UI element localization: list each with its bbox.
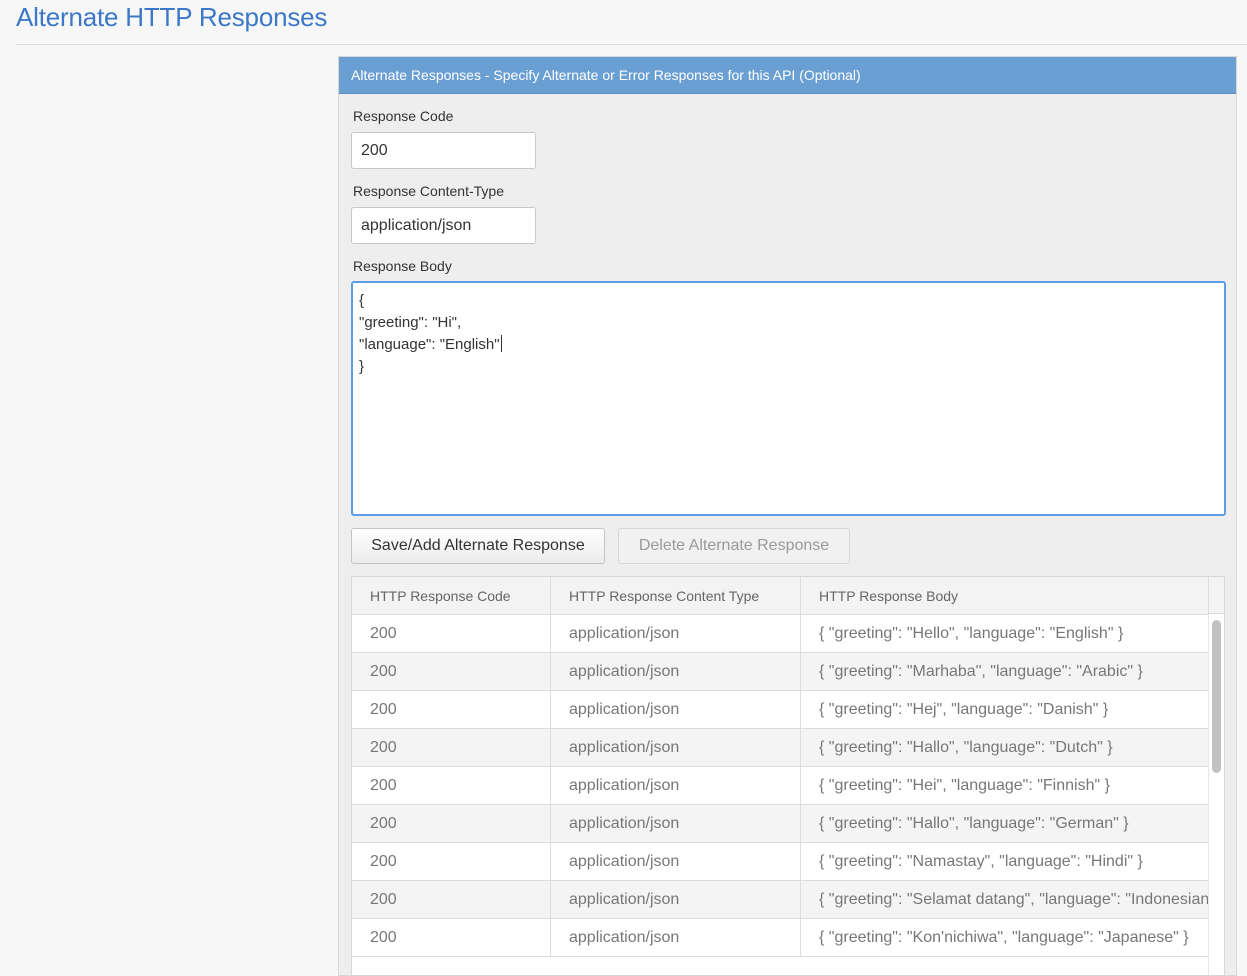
scrollbar-corner bbox=[1208, 577, 1224, 614]
cell-response-body: { "greeting": "Namastay", "language": "H… bbox=[800, 842, 1209, 881]
panel-header: Alternate Responses - Specify Alternate … bbox=[339, 57, 1236, 94]
cell-response-code: 200 bbox=[352, 880, 551, 919]
cell-response-body: { "greeting": "Kon'nichiwa", "language":… bbox=[800, 918, 1209, 957]
table-row[interactable]: 200 application/json{ "greeting": "Hei", … bbox=[352, 766, 1209, 805]
table-row[interactable]: 200 application/json{ "greeting": "Namast… bbox=[352, 842, 1209, 881]
table-row[interactable]: 200 application/json{ "greeting": "Hallo"… bbox=[352, 728, 1209, 767]
scrollbar-thumb[interactable] bbox=[1212, 620, 1221, 773]
table-scrollbar[interactable] bbox=[1208, 615, 1224, 975]
cell-content-type: application/json bbox=[550, 880, 801, 919]
table-row[interactable]: 200 application/json{ "greeting": "Hello"… bbox=[352, 614, 1209, 653]
response-code-label: Response Code bbox=[353, 108, 454, 124]
table-header-row: HTTP Response Code HTTP Response Content… bbox=[352, 577, 1209, 615]
cell-response-code: 200 bbox=[352, 690, 551, 729]
cell-response-code: 200 bbox=[352, 614, 551, 653]
cell-response-code: 200 bbox=[352, 728, 551, 767]
page-title: Alternate HTTP Responses bbox=[16, 2, 328, 32]
response-body-textarea[interactable]: { "greeting": "Hi", "language": "English"} bbox=[351, 281, 1226, 516]
content-type-input[interactable] bbox=[351, 207, 536, 244]
cell-response-body: { "greeting": "Hallo", "language": "Dutc… bbox=[800, 728, 1209, 767]
cell-content-type: application/json bbox=[550, 728, 801, 767]
alternate-responses-panel: Alternate Responses - Specify Alternate … bbox=[338, 56, 1237, 976]
text-caret bbox=[500, 335, 502, 352]
cell-response-code: 200 bbox=[352, 766, 551, 805]
cell-content-type: application/json bbox=[550, 690, 801, 729]
cell-response-code: 200 bbox=[352, 804, 551, 843]
cell-content-type: application/json bbox=[550, 652, 801, 691]
cell-response-body: { "greeting": "Hello", "language": "Engl… bbox=[800, 614, 1209, 653]
cell-content-type: application/json bbox=[550, 842, 801, 881]
cell-content-type: application/json bbox=[550, 804, 801, 843]
table-row[interactable]: 200 application/json{ "greeting": "Selama… bbox=[352, 880, 1209, 919]
responses-table: HTTP Response Code HTTP Response Content… bbox=[351, 576, 1225, 976]
title-divider bbox=[16, 44, 1247, 45]
body-line: } bbox=[359, 358, 365, 375]
response-body-label: Response Body bbox=[353, 258, 452, 274]
response-code-input[interactable] bbox=[351, 132, 536, 169]
cell-response-body: { "greeting": "Hej", "language": "Danish… bbox=[800, 690, 1209, 729]
cell-response-body: { "greeting": "Hei", "language": "Finnis… bbox=[800, 766, 1209, 805]
body-line: "language": "English" bbox=[359, 335, 502, 353]
cell-content-type: application/json bbox=[550, 918, 801, 957]
save-alternate-response-button[interactable]: Save/Add Alternate Response bbox=[351, 528, 605, 564]
column-header-content-type[interactable]: HTTP Response Content Type bbox=[550, 577, 801, 615]
delete-alternate-response-button[interactable]: Delete Alternate Response bbox=[618, 528, 850, 564]
content-type-label: Response Content-Type bbox=[353, 183, 504, 199]
body-line: "greeting": "Hi", bbox=[359, 314, 462, 331]
table-row[interactable]: 200 application/json{ "greeting": "Marhab… bbox=[352, 652, 1209, 691]
cell-response-body: { "greeting": "Selamat datang", "languag… bbox=[800, 880, 1209, 919]
cell-content-type: application/json bbox=[550, 766, 801, 805]
cell-response-code: 200 bbox=[352, 652, 551, 691]
table-row[interactable]: 200 application/json{ "greeting": "Kon'ni… bbox=[352, 918, 1209, 957]
table-row[interactable]: 200 application/json{ "greeting": "Hej", … bbox=[352, 690, 1209, 729]
column-header-body[interactable]: HTTP Response Body bbox=[800, 577, 1209, 615]
cell-response-code: 200 bbox=[352, 842, 551, 881]
cell-response-body: { "greeting": "Hallo", "language": "Germ… bbox=[800, 804, 1209, 843]
table-row[interactable]: 200 application/json{ "greeting": "Hallo"… bbox=[352, 804, 1209, 843]
column-header-code[interactable]: HTTP Response Code bbox=[352, 577, 551, 615]
cell-response-code: 200 bbox=[352, 918, 551, 957]
cell-content-type: application/json bbox=[550, 614, 801, 653]
body-line: { bbox=[359, 292, 365, 309]
cell-response-body: { "greeting": "Marhaba", "language": "Ar… bbox=[800, 652, 1209, 691]
